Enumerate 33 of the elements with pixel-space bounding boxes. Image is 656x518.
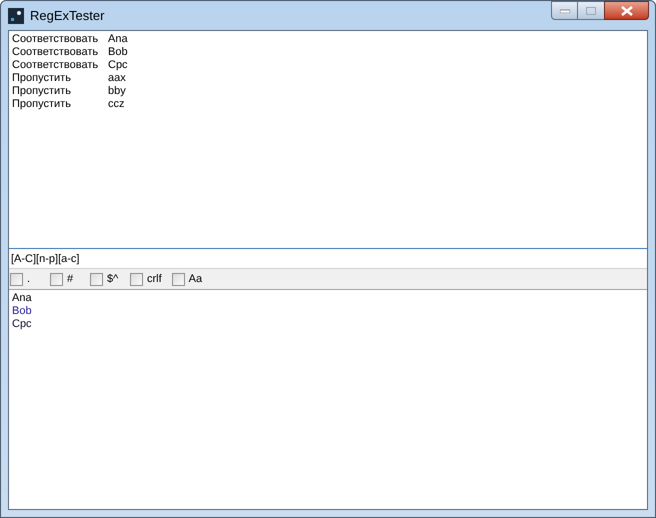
test-action: Соответствовать [12,33,100,46]
test-string: bby [108,85,126,98]
option-label: . [27,272,30,287]
option-label: crlf [147,272,162,287]
maximize-icon [586,6,596,14]
test-string: Cpc [108,59,128,72]
test-action: Соответствовать [12,59,100,72]
option-label: $^ [107,272,118,287]
option-checkbox[interactable] [50,272,63,286]
close-button[interactable] [604,1,649,20]
test-action: Пропустить [12,72,72,85]
test-string: Bob [108,46,128,59]
result-match: Bob [12,305,33,318]
option-checkbox[interactable] [172,272,185,286]
app-icon [8,8,24,24]
test-string: Ana [108,33,128,46]
test-action: Пропустить [12,98,72,111]
option-checkbox[interactable] [90,272,103,286]
test-string: aax [108,72,126,85]
option-label: # [67,272,74,287]
test-action: Пропустить [12,85,72,98]
window-title: RegExTester [30,6,104,25]
minimize-button[interactable] [551,1,578,20]
minimize-icon [560,8,570,12]
option-label: Aa [188,272,202,287]
option-checkbox[interactable] [10,272,23,286]
test-action: Соответствовать [12,46,100,59]
test-string: ccz [108,98,124,111]
result-match: Ana [12,292,33,305]
maximize-button[interactable] [578,1,604,20]
result-match: Cpc [12,318,33,331]
close-icon [620,6,632,16]
option-checkbox[interactable] [130,272,143,286]
